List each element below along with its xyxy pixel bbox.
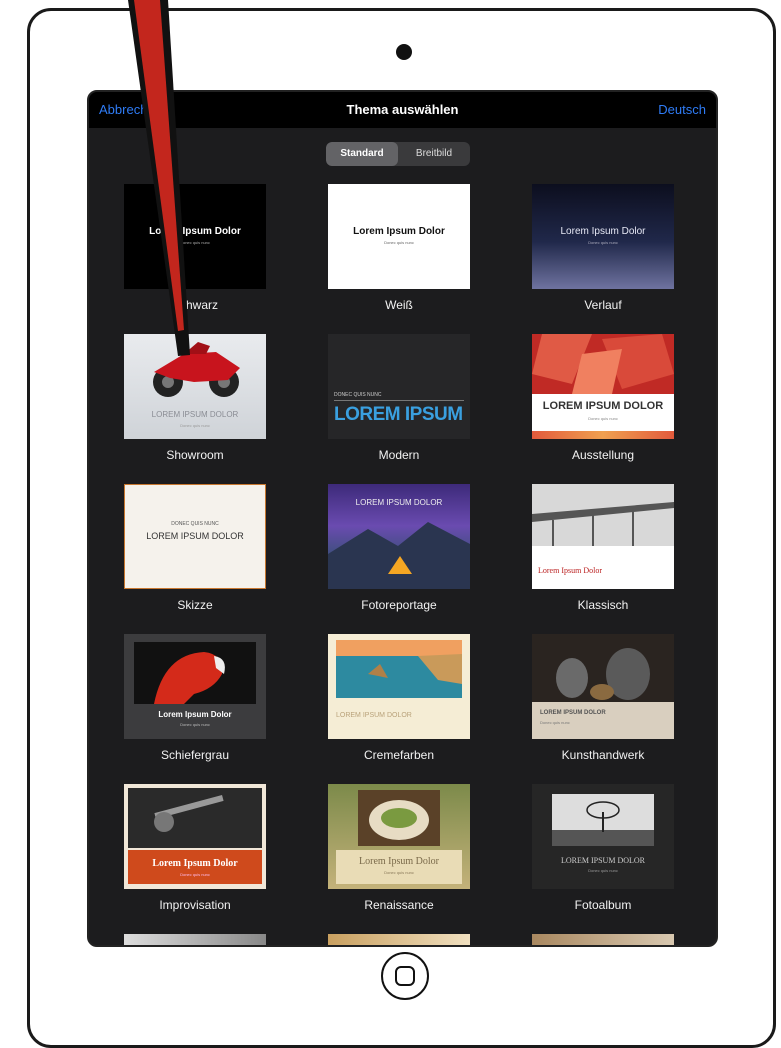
theme-label-improvisation: Improvisation bbox=[159, 898, 231, 912]
parrot-image bbox=[134, 642, 256, 704]
theme-picker-screen: Abbrech Thema auswählen Deutsch Standard… bbox=[87, 90, 718, 947]
tile-title: Lorem Ipsum Dolor bbox=[158, 710, 232, 719]
tile-subtitle: Donec quis nunc bbox=[180, 722, 210, 727]
home-square-icon bbox=[395, 966, 415, 986]
tile-title: Lorem Ipsum Dolor bbox=[152, 858, 238, 869]
tile-subtitle: Donec quis nunc bbox=[180, 423, 210, 428]
tile-title: LOREM IPSUM bbox=[334, 404, 463, 425]
tile-title: LOREM IPSUM DOLOR bbox=[540, 710, 606, 716]
tile-title: LOREM IPSUM DOLOR bbox=[542, 400, 664, 412]
theme-tile-schwarz[interactable]: Lorem Ipsum Dolor Donec quis nunc bbox=[124, 184, 266, 289]
abstract-red-image bbox=[532, 334, 674, 394]
tile-subtitle: Donec quis nunc bbox=[588, 868, 618, 873]
theme-label-kunsthandwerk: Kunsthandwerk bbox=[561, 748, 645, 762]
food-bowl-image bbox=[358, 790, 440, 846]
tile-title: LOREM IPSUM DOLOR bbox=[146, 531, 244, 541]
theme-label-cremefarben: Cremefarben bbox=[363, 748, 435, 762]
tile-title: Lorem Ipsum Dolor bbox=[359, 856, 439, 867]
theme-label-schwarz: Schwarz bbox=[171, 298, 218, 312]
tile-title: LOREM IPSUM DOLOR bbox=[151, 410, 239, 419]
theme-tile-ausstellung[interactable]: LOREM IPSUM DOLOR Donec quis nunc bbox=[532, 334, 674, 439]
tile-subtitle: Donec quis nunc bbox=[588, 240, 618, 245]
tile-bottom-strip bbox=[532, 431, 674, 439]
theme-label-renaissance: Renaissance bbox=[364, 898, 434, 912]
theme-label-verlauf: Verlauf bbox=[584, 298, 622, 312]
theme-tile-kunsthandwerk[interactable]: LOREM IPSUM DOLOR Donec quis nunc bbox=[532, 634, 674, 739]
pottery-image bbox=[532, 634, 674, 702]
tile-subtitle: Donec quis nunc bbox=[384, 240, 414, 245]
tile-subtitle: Donec quis nunc bbox=[180, 240, 210, 245]
tile-eyebrow: DONEC QUIS NUNC bbox=[334, 392, 382, 398]
theme-tile-skizze[interactable]: DONEC QUIS NUNC LOREM IPSUM DOLOR bbox=[124, 484, 266, 589]
tile-title: LOREM IPSUM DOLOR bbox=[355, 498, 443, 507]
tile-title: Lorem Ipsum Dolor bbox=[560, 226, 646, 237]
language-button[interactable]: Deutsch bbox=[658, 102, 706, 117]
theme-tile-modern[interactable]: DONEC QUIS NUNC LOREM IPSUM bbox=[328, 334, 470, 439]
camera-dot bbox=[396, 44, 412, 60]
tile-eyebrow: DONEC QUIS NUNC bbox=[171, 521, 219, 527]
theme-tile-fotoalbum[interactable]: LOREM IPSUM DOLOR Donec quis nunc bbox=[532, 784, 674, 889]
tree-image bbox=[552, 794, 654, 846]
theme-tile-partial[interactable] bbox=[532, 934, 674, 945]
format-segmented-control: Standard Breitbild bbox=[326, 142, 470, 166]
theme-label-showroom: Showroom bbox=[166, 448, 224, 462]
home-button[interactable] bbox=[381, 952, 429, 1000]
trumpet-image bbox=[128, 788, 262, 848]
tile-title: Lorem Ipsum Dolor bbox=[538, 566, 602, 575]
theme-label-klassisch: Klassisch bbox=[577, 598, 629, 612]
motorcycle-image bbox=[153, 342, 240, 397]
theme-tile-fotoreportage[interactable]: LOREM IPSUM DOLOR bbox=[328, 484, 470, 589]
tile-title: LOREM IPSUM DOLOR bbox=[336, 712, 412, 719]
coastline-image bbox=[336, 640, 462, 698]
segment-widescreen[interactable]: Breitbild bbox=[398, 142, 470, 166]
tile-subtitle: Donec quis nunc bbox=[384, 870, 414, 875]
theme-tile-partial[interactable] bbox=[328, 934, 470, 945]
theme-label-fotoreportage: Fotoreportage bbox=[361, 598, 437, 612]
tile-title: LOREM IPSUM DOLOR bbox=[560, 856, 645, 865]
theme-label-weiss: Weiß bbox=[385, 298, 413, 312]
tile-divider bbox=[334, 400, 464, 401]
page-title: Thema auswählen bbox=[346, 102, 459, 117]
theme-tile-showroom[interactable]: LOREM IPSUM DOLOR Donec quis nunc bbox=[124, 334, 266, 439]
nav-bar: Abbrech Thema auswählen Deutsch bbox=[89, 92, 716, 128]
theme-tile-partial[interactable] bbox=[124, 934, 266, 945]
tile-title: Lorem Ipsum Dolor bbox=[149, 226, 241, 237]
theme-tile-klassisch[interactable]: Lorem Ipsum Dolor bbox=[532, 484, 674, 589]
theme-tile-cremefarben[interactable]: LOREM IPSUM DOLOR bbox=[328, 634, 470, 739]
theme-label-modern: Modern bbox=[378, 448, 420, 462]
tile-title: Lorem Ipsum Dolor bbox=[353, 226, 445, 237]
tile-subtitle: Donec quis nunc bbox=[588, 416, 618, 421]
theme-label-ausstellung: Ausstellung bbox=[571, 448, 635, 462]
theme-label-fotoalbum: Fotoalbum bbox=[574, 898, 632, 912]
theme-label-schiefergrau: Schiefergrau bbox=[160, 748, 230, 762]
segment-standard[interactable]: Standard bbox=[326, 142, 398, 166]
theme-tile-weiss[interactable]: Lorem Ipsum Dolor Donec quis nunc bbox=[328, 184, 470, 289]
tile-subtitle: Donec quis nunc bbox=[180, 872, 210, 877]
theme-tile-schiefergrau[interactable]: Lorem Ipsum Dolor Donec quis nunc bbox=[124, 634, 266, 739]
theme-label-skizze: Skizze bbox=[177, 598, 213, 612]
tile-subtitle: Donec quis nunc bbox=[540, 720, 570, 725]
theme-tile-renaissance[interactable]: Lorem Ipsum Dolor Donec quis nunc bbox=[328, 784, 470, 889]
theme-tile-improvisation[interactable]: Lorem Ipsum Dolor Donec quis nunc bbox=[124, 784, 266, 889]
bridge-image bbox=[532, 484, 674, 546]
theme-tile-verlauf[interactable]: Lorem Ipsum Dolor Donec quis nunc bbox=[532, 184, 674, 289]
